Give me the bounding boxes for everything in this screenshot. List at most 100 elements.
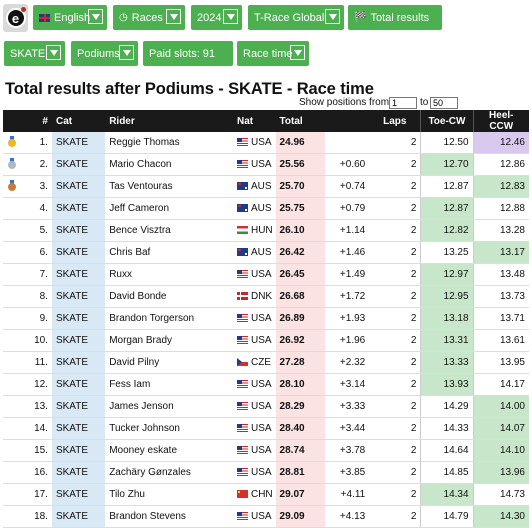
rider-cell[interactable]: Brandon Torgerson [105,307,233,330]
table-row[interactable]: 6. SKATE Chris Baf AUS 26.42 +1.46 2 13.25 13.17 [3,241,529,264]
table-row[interactable]: 9. SKATE Brandon Torgerson USA 26.89 +1.93 2 13… [3,307,529,330]
header-num[interactable]: # [20,110,52,132]
series-select[interactable]: T-Race Global [248,5,344,30]
header-rider[interactable]: Rider [105,110,233,132]
medal-cell [3,132,21,154]
table-row[interactable]: 13. SKATE James Jenson USA 28.29 +3.33 2 14.29 1… [3,395,529,418]
table-row[interactable]: 1. SKATE Reggie Thomas USA 24.96 2 12.50 12.46 [3,132,529,154]
nation-cell: AUS [232,241,276,264]
rider-cell[interactable]: Tas Ventouras [105,175,233,198]
table-row[interactable]: 17. SKATE Tilo Zhu CHN 29.07 +4.11 2 14.34 14.73 [3,483,529,506]
nation-code: USA [250,269,272,280]
nation-cell: AUS [232,175,276,198]
results-label: Total results [370,11,430,24]
gap-cell: +0.74 [324,175,370,198]
year-select[interactable]: 2024 [191,5,242,30]
laps-cell: 2 [369,132,421,154]
rider-cell[interactable]: David Pilny [105,351,233,374]
positions-from-input[interactable] [389,97,417,109]
toe-cw-cell: 14.79 [420,505,474,528]
total-cell: 29.09 [275,505,325,528]
races-select[interactable]: ◷ Races [113,5,185,30]
rider-cell[interactable]: Tucker Johnson [105,417,233,440]
heel-ccw-cell: 13.17 [472,241,529,264]
table-row[interactable]: 14. SKATE Tucker Johnson USA 28.40 +3.44 2 14.3… [3,417,529,440]
header-total[interactable]: Total [275,110,325,132]
rider-cell[interactable]: Ruxx [105,263,233,286]
category-cell: SKATE [51,132,106,154]
bronze-medal-icon [7,179,16,191]
category-cell: SKATE [51,461,106,484]
gap-cell: +1.72 [324,285,370,308]
rider-cell[interactable]: Chris Baf [105,241,233,264]
silver-medal-icon [7,157,16,169]
medal-cell [3,351,21,374]
table-row[interactable]: 5. SKATE Bence Visztra HUN 26.10 +1.14 2 12.82 1… [3,219,529,242]
chn-flag-icon [236,490,248,498]
rider-cell[interactable]: Reggie Thomas [105,132,233,154]
heel-ccw-cell: 13.96 [472,461,529,484]
paid-slots-label: Paid slots: 91 [149,47,216,60]
logo-icon[interactable]: e [3,4,28,32]
table-row[interactable]: 15. SKATE Mooney eskate USA 28.74 +3.78 2 14.64… [3,439,529,462]
nation-cell: USA [232,505,276,528]
header-heel[interactable]: Heel-CCW [472,110,529,132]
gap-cell: +4.13 [324,505,370,528]
table-row[interactable]: 12. SKATE Fess Iam USA 28.10 +3.14 2 13.93 14.17 [3,373,529,396]
rider-cell[interactable]: James Jenson [105,395,233,418]
table-row[interactable]: 7. SKATE Ruxx USA 26.45 +1.49 2 12.97 13.48 [3,263,529,286]
results-select[interactable]: 🏁 Total results [348,5,442,30]
rider-cell[interactable]: Mooney eskate [105,439,233,462]
header-toe[interactable]: Toe-CW [420,110,474,132]
gap-cell: +1.93 [324,307,370,330]
table-row[interactable]: 11. SKATE David Pilny CZE 27.28 +2.32 2 13.33 13… [3,351,529,374]
header-nat[interactable]: Nat [232,110,276,132]
nation-cell: CZE [232,351,276,374]
podiums-label: Podiums [77,47,120,60]
header-laps[interactable]: Laps [369,110,421,132]
race-time-select[interactable]: Race time [237,41,309,66]
clock-icon: ◷ [119,12,128,23]
table-row[interactable]: 10. SKATE Morgan Brady USA 26.92 +1.96 2 13.31 1… [3,329,529,352]
rider-cell[interactable]: David Bonde [105,285,233,308]
rider-cell[interactable]: Bence Visztra [105,219,233,242]
header-cat[interactable]: Cat [51,110,106,132]
category-select[interactable]: SKATE [4,41,65,66]
rider-cell[interactable]: Brandon Stevens [105,505,233,528]
cze-flag-icon [236,358,248,366]
table-row[interactable]: 3. SKATE Tas Ventouras AUS 25.70 +0.74 2 12.87 1… [3,175,529,198]
category-cell: SKATE [51,329,106,352]
table-row[interactable]: 18. SKATE Brandon Stevens USA 29.09 +4.13 2 14.… [3,505,529,528]
total-cell: 25.70 [275,175,325,198]
rider-cell[interactable]: Zachäry Gønzales [105,461,233,484]
rider-cell[interactable]: Mario Chacon [105,153,233,176]
rider-cell[interactable]: Tilo Zhu [105,483,233,506]
podiums-select[interactable]: Podiums [71,41,138,66]
language-select[interactable]: English [33,5,107,30]
usa-flag-icon [236,424,248,432]
paid-slots-button[interactable]: Paid slots: 91 [143,41,233,66]
gap-cell: +1.46 [324,241,370,264]
gap-cell: +3.44 [324,417,370,440]
toe-cw-cell: 14.34 [420,483,474,506]
position-cell: 7. [20,263,52,286]
toe-cw-cell: 13.31 [420,329,474,352]
rider-cell[interactable]: Morgan Brady [105,329,233,352]
rider-cell[interactable]: Jeff Cameron [105,197,233,220]
position-cell: 12. [20,373,52,396]
toe-cw-cell: 12.87 [420,197,474,220]
total-cell: 26.92 [275,329,325,352]
rider-cell[interactable]: Fess Iam [105,373,233,396]
total-cell: 28.29 [275,395,325,418]
medal-cell [3,285,21,308]
table-row[interactable]: 16. SKATE Zachäry Gønzales USA 28.81 +3.85 2 14… [3,461,529,484]
position-cell: 9. [20,307,52,330]
medal-cell [3,395,21,418]
table-row[interactable]: 8. SKATE David Bonde DNK 26.68 +1.72 2 12.95 13.… [3,285,529,308]
table-row[interactable]: 4. SKATE Jeff Cameron AUS 25.75 +0.79 2 12.87 12… [3,197,529,220]
nation-cell: USA [232,461,276,484]
positions-to-input[interactable] [430,97,458,109]
chevron-down-icon [166,9,181,24]
table-row[interactable]: 2. SKATE Mario Chacon USA 25.56 +0.60 2 12.70 12… [3,153,529,176]
nation-cell: USA [232,417,276,440]
